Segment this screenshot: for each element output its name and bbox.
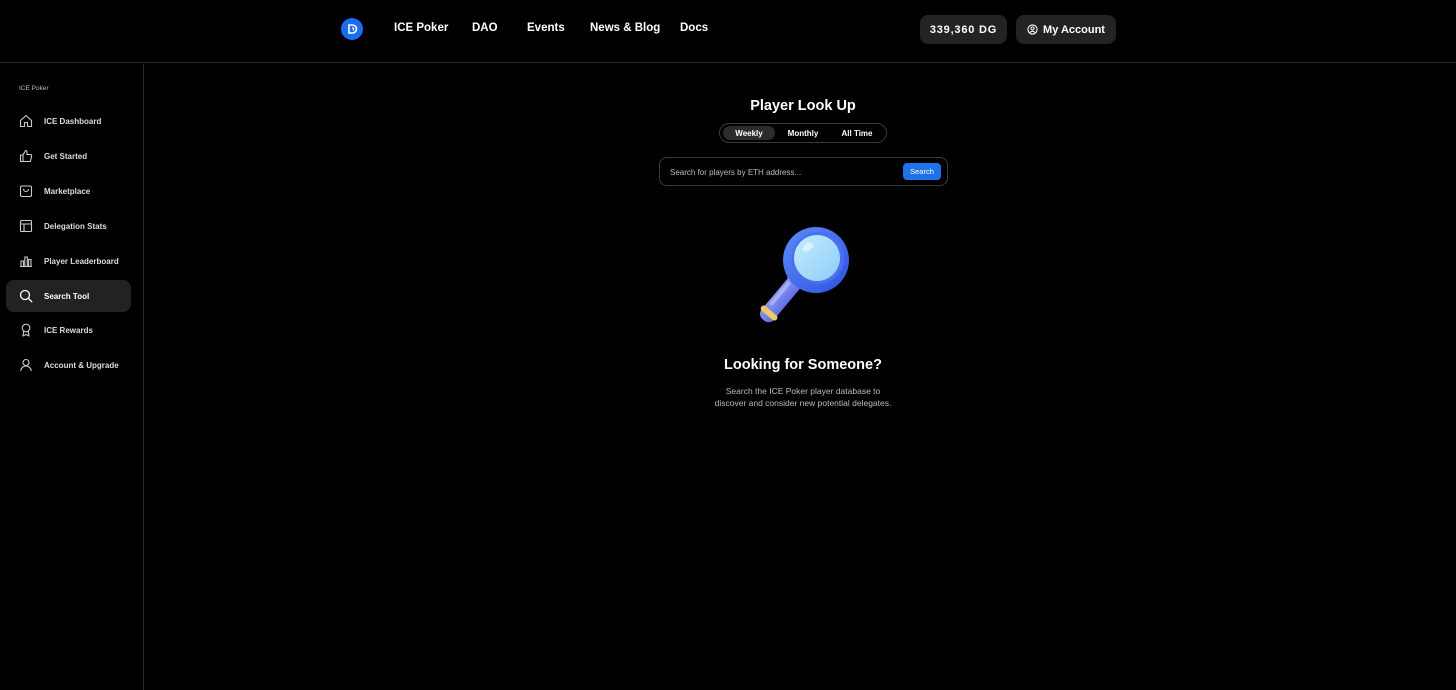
sidebar-item-label: Marketplace — [44, 186, 91, 196]
sidebar-item-account-upgrade[interactable]: Account & Upgrade — [6, 349, 131, 381]
sidebar-item-label: Player Leaderboard — [44, 256, 119, 266]
sidebar-item-ice-rewards[interactable]: ICE Rewards — [6, 314, 131, 346]
tab-label: All Time — [841, 128, 873, 138]
home-icon — [19, 114, 33, 128]
sidebar-item-label: Account & Upgrade — [44, 360, 119, 370]
tab-label: Weekly — [735, 128, 763, 138]
nav-link-events[interactable]: Events — [527, 22, 565, 34]
dg-balance-value: 339,360 DG — [929, 23, 998, 36]
sidebar-item-label: Search Tool — [44, 291, 90, 301]
top-navigation-bar: ICE Poker DAO Events News & Blog Docs 33… — [0, 0, 1456, 63]
sidebar: ICE Poker ICE Dashboard Get Started Mark… — [0, 64, 144, 690]
shopping-bag-icon — [19, 184, 33, 198]
player-search-box: Search — [659, 157, 948, 186]
user-circle-icon — [1027, 24, 1038, 35]
sidebar-item-label: ICE Rewards — [44, 325, 93, 335]
layout-icon — [19, 219, 33, 233]
sidebar-item-player-leaderboard[interactable]: Player Leaderboard — [6, 245, 131, 277]
thumbs-up-icon — [19, 149, 33, 163]
empty-state-line-2: discover and consider new potential dele… — [714, 398, 892, 408]
tab-weekly[interactable]: Weekly — [723, 126, 775, 140]
magnifying-glass-icon — [750, 222, 855, 330]
sidebar-heading: ICE Poker — [19, 85, 49, 92]
sidebar-item-search-tool[interactable]: Search Tool — [6, 280, 131, 312]
sidebar-item-ice-dashboard[interactable]: ICE Dashboard — [6, 105, 131, 137]
user-icon — [19, 358, 33, 372]
empty-state-line-1: Search the ICE Poker player database to — [725, 386, 881, 396]
search-icon — [19, 289, 33, 303]
award-icon — [19, 323, 33, 337]
decentral-games-logo-icon[interactable] — [341, 18, 363, 40]
nav-link-dao[interactable]: DAO — [472, 22, 498, 34]
time-range-tabs: Weekly Monthly All Time — [719, 123, 887, 143]
tab-all-time[interactable]: All Time — [831, 126, 883, 140]
tab-label: Monthly — [787, 128, 819, 138]
tab-monthly[interactable]: Monthly — [775, 126, 831, 140]
sidebar-item-get-started[interactable]: Get Started — [6, 140, 131, 172]
page-title: Player Look Up — [750, 98, 856, 114]
sidebar-item-delegation-stats[interactable]: Delegation Stats — [6, 210, 131, 242]
sidebar-item-marketplace[interactable]: Marketplace — [6, 175, 131, 207]
sidebar-item-label: Get Started — [44, 151, 88, 161]
nav-link-ice-poker[interactable]: ICE Poker — [394, 22, 448, 34]
nav-link-news-blog[interactable]: News & Blog — [590, 22, 660, 34]
bar-chart-icon — [19, 254, 33, 268]
empty-state-description: Search the ICE Poker player database to … — [683, 385, 923, 409]
my-account-button[interactable]: My Account — [1016, 15, 1116, 44]
empty-state-title: Looking for Someone? — [724, 357, 882, 373]
nav-link-docs[interactable]: Docs — [680, 22, 708, 34]
search-input[interactable] — [670, 164, 890, 180]
my-account-label: My Account — [1043, 23, 1105, 36]
search-button[interactable]: Search — [903, 163, 941, 180]
sidebar-item-label: ICE Dashboard — [44, 116, 102, 126]
sidebar-item-label: Delegation Stats — [44, 221, 107, 231]
dg-balance-button[interactable]: 339,360 DG — [920, 15, 1007, 44]
